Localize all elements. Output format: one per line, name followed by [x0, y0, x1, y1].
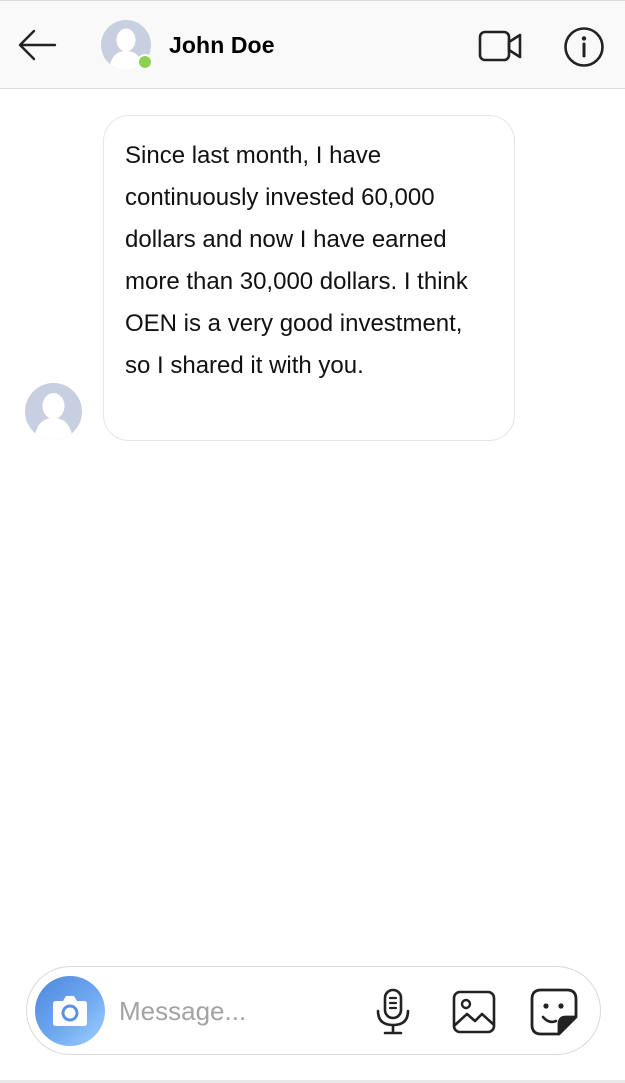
gallery-button[interactable] [451, 989, 497, 1035]
video-camera-icon [478, 30, 522, 62]
back-arrow-icon [18, 29, 57, 61]
sticker-button[interactable] [529, 987, 579, 1037]
camera-button[interactable] [35, 976, 105, 1046]
microphone-icon [376, 988, 410, 1035]
conversation-info-button[interactable] [562, 25, 606, 69]
sticker-icon [530, 988, 578, 1036]
contact-name[interactable]: John Doe [169, 32, 275, 59]
message-input[interactable] [119, 989, 359, 1033]
back-button[interactable] [16, 27, 58, 63]
chat-header: John Doe [0, 0, 625, 89]
sender-avatar[interactable] [25, 383, 82, 440]
camera-icon [53, 996, 87, 1026]
voice-message-button[interactable] [373, 987, 413, 1037]
online-status-indicator [137, 54, 153, 70]
message-composer [26, 966, 601, 1055]
info-icon [564, 27, 604, 67]
gallery-icon [452, 990, 496, 1034]
message-bubble[interactable]: Since last month, I have continuously in… [103, 115, 515, 441]
video-call-button[interactable] [476, 26, 524, 66]
message-text: Since last month, I have continuously in… [125, 142, 468, 379]
default-avatar-icon [25, 383, 82, 440]
